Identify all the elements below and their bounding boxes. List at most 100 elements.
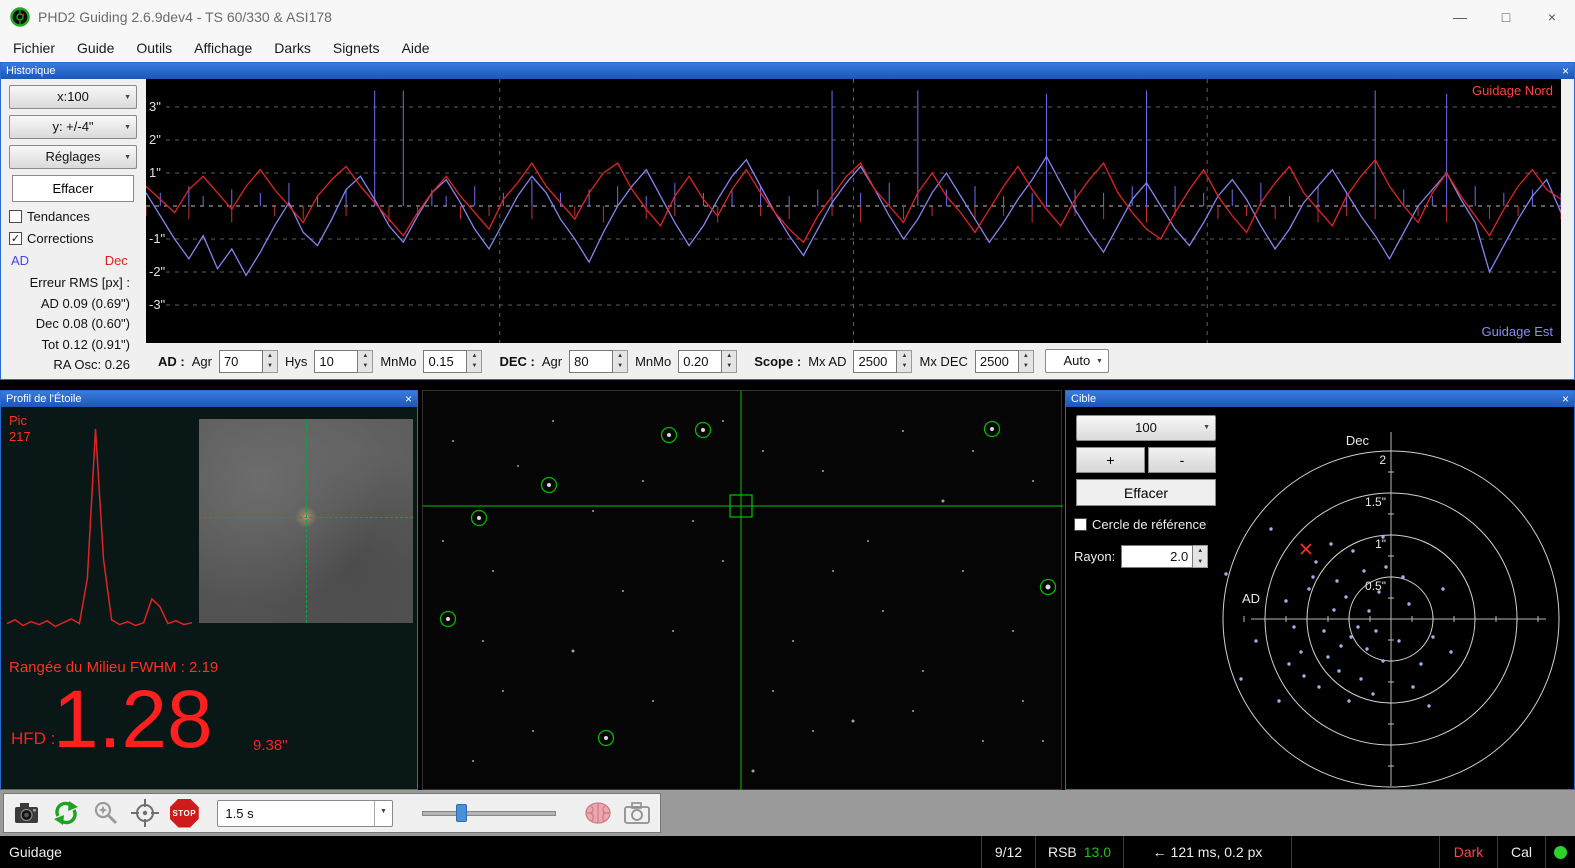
- corrections-checkbox[interactable]: ✓ Corrections: [9, 231, 146, 246]
- ra-mnmo-spinner[interactable]: ▲ ▼: [467, 349, 483, 373]
- close-icon[interactable]: ×: [405, 392, 412, 406]
- clear-history-button[interactable]: Effacer: [12, 175, 134, 202]
- trend-checkbox[interactable]: Tendances: [9, 209, 146, 224]
- spinner-down-icon[interactable]: ▼: [613, 361, 627, 372]
- dec-group-label: DEC :: [499, 353, 535, 369]
- chevron-down-icon: ▼: [1203, 424, 1210, 431]
- checkbox-box: [9, 210, 22, 223]
- connect-equipment-button[interactable]: [11, 797, 43, 829]
- ra-agr-label: Agr: [191, 353, 212, 369]
- auto-select-star-button[interactable]: [90, 797, 122, 829]
- svg-text:2: 2: [1379, 453, 1386, 467]
- menu-aide[interactable]: Aide: [391, 34, 441, 62]
- menu-outils[interactable]: Outils: [125, 34, 183, 62]
- rms-dec: Dec 0.08 (0.60"): [35, 316, 130, 331]
- close-icon[interactable]: ×: [1562, 64, 1569, 78]
- target-pane-title: Cible: [1071, 393, 1097, 405]
- spinner-up-icon[interactable]: ▲: [1193, 546, 1207, 557]
- exposure-duration-dropdown[interactable]: 1.5 s ▼: [217, 799, 393, 827]
- target-zoom-value: 100: [1135, 420, 1157, 435]
- target-zoom-dropdown[interactable]: 100 ▼: [1076, 415, 1216, 441]
- spinner-up-icon[interactable]: ▲: [1019, 351, 1033, 362]
- reference-circle-label: Cercle de référence: [1092, 517, 1207, 532]
- starfield-svg[interactable]: [423, 391, 1063, 791]
- spinner-up-icon[interactable]: ▲: [722, 351, 736, 362]
- close-icon[interactable]: ×: [1562, 392, 1569, 406]
- menu-signets[interactable]: Signets: [322, 34, 391, 62]
- camera-settings-button[interactable]: [621, 797, 653, 829]
- rms-stats: Erreur RMS [px] : AD 0.09 (0.69") Dec 0.…: [1, 273, 146, 376]
- close-button[interactable]: ×: [1529, 0, 1575, 34]
- minimize-button[interactable]: —: [1437, 0, 1483, 34]
- menu-guide[interactable]: Guide: [66, 34, 125, 62]
- mxdec-spinner[interactable]: ▲ ▼: [1018, 349, 1034, 373]
- spinner-down-icon[interactable]: ▼: [263, 361, 277, 372]
- spinner-down-icon[interactable]: ▼: [897, 361, 911, 372]
- spinner-up-icon[interactable]: ▲: [358, 351, 372, 362]
- guide-target-icon: [130, 799, 159, 827]
- chevron-down-icon: ▼: [124, 94, 131, 101]
- phd2-logo-icon: [10, 7, 30, 27]
- dec-minmove-input[interactable]: [678, 349, 723, 373]
- stop-button[interactable]: STOP: [168, 797, 200, 829]
- radius-input[interactable]: [1121, 545, 1194, 568]
- mxad-spinner[interactable]: ▲ ▼: [897, 349, 913, 373]
- dec-agr-spinner[interactable]: ▲ ▼: [613, 349, 629, 373]
- menu-darks[interactable]: Darks: [263, 34, 322, 62]
- spinner-down-icon[interactable]: ▼: [358, 361, 372, 372]
- max-ra-duration-input[interactable]: [853, 349, 898, 373]
- spinner-down-icon[interactable]: ▼: [1019, 361, 1033, 372]
- exposure-value: 1.5 s: [225, 805, 254, 821]
- star-magnifier-icon: [94, 801, 117, 825]
- settings-dropdown[interactable]: Réglages ▼: [9, 145, 137, 169]
- advanced-settings-button[interactable]: [581, 797, 613, 829]
- gamma-slider[interactable]: [421, 803, 557, 823]
- west-arrow-icon: ←: [1152, 844, 1167, 860]
- reference-circle-checkbox[interactable]: Cercle de référence: [1074, 517, 1206, 532]
- legend-north: Guidage Nord: [1472, 83, 1553, 98]
- maximize-button[interactable]: □: [1483, 0, 1529, 34]
- guide-button[interactable]: [129, 797, 161, 829]
- spinner-up-icon[interactable]: ▲: [263, 351, 277, 362]
- target-zoom-in-button[interactable]: +: [1076, 447, 1145, 473]
- loop-exposures-button[interactable]: [50, 797, 82, 829]
- x-scale-dropdown[interactable]: x:100 ▼: [9, 85, 137, 109]
- ra-minmove-input[interactable]: [423, 349, 468, 373]
- dec-mnmo-spinner[interactable]: ▲ ▼: [722, 349, 738, 373]
- spinner-down-icon[interactable]: ▼: [467, 361, 481, 372]
- target-pane-header[interactable]: Cible ×: [1066, 391, 1574, 407]
- ra-hys-spinner[interactable]: ▲ ▼: [358, 349, 374, 373]
- brain-icon: [584, 802, 611, 824]
- dec-aggression-input[interactable]: [569, 349, 614, 373]
- radius-spinner[interactable]: ▲ ▼: [1193, 545, 1209, 568]
- spinner-up-icon[interactable]: ▲: [467, 351, 481, 362]
- guide-algo-controls: AD : Agr ▲▼ Hys ▲▼ MnMo ▲▼ DEC : Agr ▲▼ …: [146, 343, 1574, 379]
- series-legend: AD Dec: [11, 253, 146, 268]
- target-clear-button[interactable]: Effacer: [1076, 479, 1216, 506]
- ra-hysteresis-input[interactable]: [314, 349, 359, 373]
- chevron-down-icon: ▼: [124, 124, 131, 131]
- slider-thumb[interactable]: [455, 804, 467, 822]
- target-zoom-out-button[interactable]: -: [1148, 447, 1216, 473]
- snr-label: RSB: [1047, 844, 1077, 860]
- slider-track: [421, 811, 557, 816]
- legend-east: Guidage Est: [1481, 324, 1553, 339]
- dec-mnmo-label: MnMo: [635, 353, 672, 369]
- dec-mode-dropdown[interactable]: Auto ▼: [1044, 349, 1109, 373]
- spinner-down-icon[interactable]: ▼: [1193, 557, 1207, 568]
- max-dec-duration-input[interactable]: [974, 349, 1019, 373]
- camera-view[interactable]: [422, 390, 1063, 791]
- ra-agr-spinner[interactable]: ▲ ▼: [262, 349, 278, 373]
- history-controls-column: x:100 ▼ y: +/-4" ▼ Réglages ▼ Effacer Te…: [1, 79, 146, 379]
- spinner-up-icon[interactable]: ▲: [613, 351, 627, 362]
- spinner-up-icon[interactable]: ▲: [897, 351, 911, 362]
- y-scale-dropdown[interactable]: y: +/-4" ▼: [9, 115, 137, 139]
- menu-affichage[interactable]: Affichage: [183, 34, 263, 62]
- ra-aggression-input[interactable]: [218, 349, 263, 373]
- spinner-down-icon[interactable]: ▼: [722, 361, 736, 372]
- scope-group-label: Scope :: [754, 353, 802, 369]
- star-profile-graph: [6, 428, 193, 628]
- history-pane-header[interactable]: Historique ×: [1, 63, 1574, 79]
- star-profile-header[interactable]: Profil de l'Étoile ×: [1, 391, 417, 407]
- menu-fichier[interactable]: Fichier: [2, 34, 66, 62]
